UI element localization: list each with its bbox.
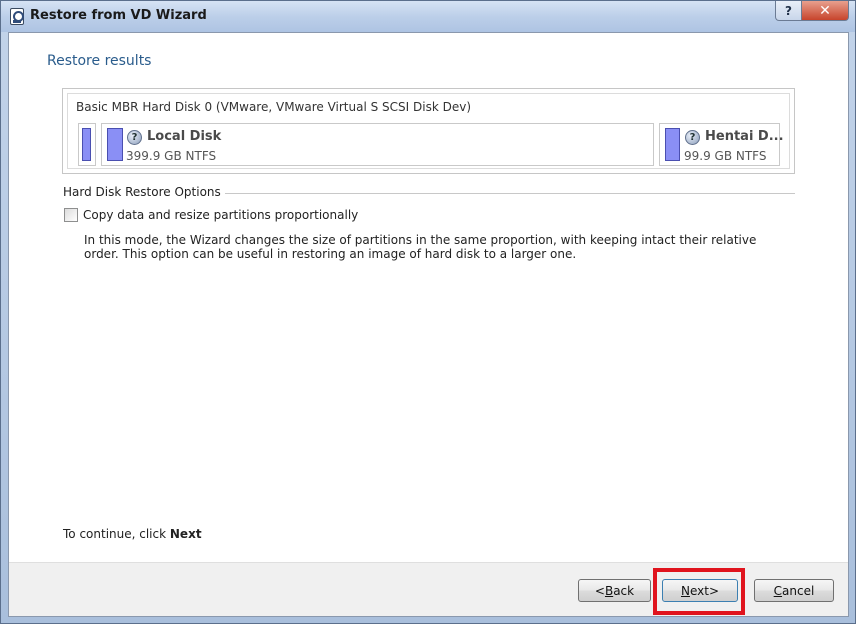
title-bar[interactable]: Restore from VD Wizard ? ✕ [1, 1, 855, 32]
wizard-content: Restore results Basic MBR Hard Disk 0 (V… [8, 32, 849, 617]
back-arrow: < [594, 583, 605, 598]
next-arrow: > [708, 583, 720, 598]
page-title: Restore results [47, 53, 152, 69]
disk-map: Basic MBR Hard Disk 0 (VMware, VMware Vi… [62, 88, 795, 174]
close-button[interactable]: ✕ [802, 1, 849, 21]
cancel-accel: C [773, 583, 783, 598]
partition-reserved[interactable] [78, 123, 96, 166]
partition-size: 399.9 GB NTFS [126, 149, 217, 163]
window-title: Restore from VD Wizard [30, 8, 207, 23]
partition-local-disk[interactable]: ? Local Disk 399.9 GB NTFS [101, 123, 654, 166]
next-button[interactable]: Next > [662, 579, 738, 602]
title-buttons: ? ✕ [775, 1, 849, 21]
continue-hint: To continue, click Next [63, 527, 202, 541]
partition-name: Local Disk [147, 129, 222, 144]
back-text: ack [613, 583, 635, 598]
partition-bar [665, 128, 680, 161]
continue-prefix: To continue, click [63, 527, 170, 541]
button-bar: < Back Next > Cancel [9, 562, 848, 616]
unknown-drive-icon: ? [127, 130, 142, 145]
app-icon [10, 8, 24, 25]
wizard-window: Restore from VD Wizard ? ✕ Restore resul… [0, 0, 856, 624]
back-button[interactable]: < Back [578, 579, 651, 602]
partition-size: 99.9 GB NTFS [684, 149, 767, 163]
partition-bar [82, 128, 91, 161]
next-accel: N [680, 583, 690, 598]
resize-proportionally-checkbox[interactable] [64, 208, 78, 222]
disk-label: Basic MBR Hard Disk 0 (VMware, VMware Vi… [76, 100, 472, 114]
continue-next-word: Next [169, 527, 202, 541]
option-description: In this mode, the Wizard changes the siz… [84, 233, 757, 261]
options-group-title: Hard Disk Restore Options [63, 185, 225, 199]
next-text: ext [689, 583, 709, 598]
resize-proportionally-label[interactable]: Copy data and resize partitions proporti… [83, 208, 358, 222]
cancel-text: ancel [782, 583, 815, 598]
disk-panel: Basic MBR Hard Disk 0 (VMware, VMware Vi… [67, 93, 790, 169]
unknown-drive-icon: ? [685, 130, 700, 145]
help-button[interactable]: ? [775, 1, 802, 21]
partition-hentai[interactable]: ? Hentai D... 99.9 GB NTFS [659, 123, 784, 166]
partition-name: Hentai D... [705, 129, 784, 144]
cancel-button[interactable]: Cancel [754, 579, 834, 602]
back-accel: B [604, 583, 614, 598]
partition-bar [107, 128, 123, 161]
